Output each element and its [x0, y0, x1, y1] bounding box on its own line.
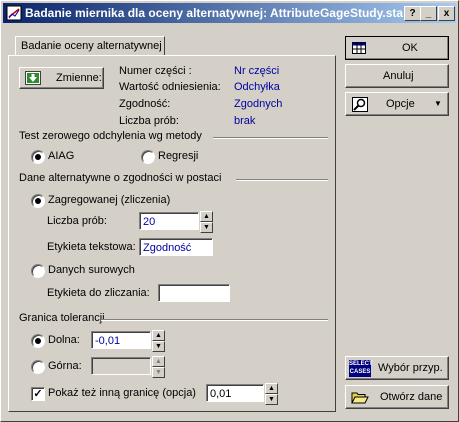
- raw-data-radio[interactable]: [31, 264, 45, 278]
- conformity-value: Zgodnych: [234, 98, 283, 110]
- select-cases-button[interactable]: SELECT CASES Wybór przyp.: [345, 356, 449, 380]
- spin-down-icon[interactable]: ▼: [200, 222, 213, 233]
- variables-label: Zmienne:: [56, 72, 102, 84]
- data-group-title: Dane alternatywne o zgodności w postaci: [19, 172, 222, 184]
- options-icon: [352, 97, 368, 112]
- reference-value-value: Odchyłka: [234, 81, 280, 93]
- spin-down-icon[interactable]: ▼: [152, 341, 165, 352]
- part-number-value: Nr części: [234, 65, 280, 77]
- upper-label: Górna:: [48, 360, 82, 372]
- minimize-button[interactable]: _: [420, 6, 437, 21]
- options-label: Opcje: [386, 98, 415, 110]
- part-number-label: Numer części :: [119, 65, 192, 77]
- trials-label: Liczba prób:: [47, 215, 107, 227]
- trials-count-label: Liczba prób:: [119, 115, 179, 127]
- spin-up-icon[interactable]: ▲: [152, 356, 165, 367]
- dialog-window: Badanie miernika dla oceny alternatywnej…: [0, 0, 459, 422]
- regression-label: Regresji: [158, 150, 199, 162]
- show-other-label: Pokaż też inną granicę (opcja): [48, 387, 196, 399]
- select-cases-icon: SELECT CASES: [349, 360, 373, 377]
- cancel-label: Anuluj: [383, 70, 414, 82]
- spin-down-icon[interactable]: ▼: [152, 367, 165, 378]
- data-group-divider: [236, 179, 328, 181]
- text-label-input[interactable]: Zgodność: [139, 238, 213, 256]
- test-group-title: Test zerowego odchylenia wg metody: [19, 130, 202, 142]
- trials-spinner[interactable]: ▲ ▼: [200, 211, 213, 233]
- count-label-input[interactable]: [158, 284, 230, 302]
- help-button[interactable]: ?: [404, 6, 421, 21]
- reference-value-label: Wartość odniesienia:: [119, 81, 221, 93]
- variables-icon: [25, 71, 41, 85]
- regression-radio[interactable]: [141, 150, 155, 164]
- show-other-input[interactable]: 0,01: [206, 384, 264, 402]
- open-data-button[interactable]: Otwórz dane: [345, 385, 449, 409]
- ok-label: OK: [402, 42, 418, 54]
- spin-up-icon[interactable]: ▲: [152, 330, 165, 341]
- grouped-label: Zagregowanej (zliczenia): [48, 194, 171, 206]
- test-group-divider: [213, 137, 328, 139]
- tolerance-group-title: Granica tolerancji: [19, 312, 105, 324]
- aiag-radio[interactable]: [31, 150, 45, 164]
- tolerance-group-divider: [101, 319, 328, 321]
- tab-panel: [8, 55, 336, 412]
- options-button[interactable]: Opcje ▼: [345, 92, 449, 116]
- table-icon: [352, 42, 366, 54]
- lower-input[interactable]: -0,01: [91, 331, 151, 349]
- text-label-label: Etykieta tekstowa:: [47, 241, 136, 253]
- conformity-label: Zgodność:: [119, 98, 171, 110]
- tab-attribute-study[interactable]: Badanie oceny alternatywnej: [15, 36, 165, 56]
- variables-button[interactable]: Zmienne:: [19, 67, 104, 89]
- open-data-label: Otwórz dane: [380, 391, 443, 403]
- spin-up-icon[interactable]: ▲: [200, 211, 213, 222]
- close-button[interactable]: x: [438, 6, 455, 21]
- spin-down-icon[interactable]: ▼: [265, 394, 278, 405]
- app-icon: [6, 5, 22, 21]
- window-title: Badanie miernika dla oceny alternatywnej…: [25, 6, 404, 20]
- cancel-button[interactable]: Anuluj: [345, 64, 449, 88]
- lower-spinner[interactable]: ▲ ▼: [152, 330, 165, 352]
- dropdown-arrow-icon: ▼: [434, 99, 442, 108]
- raw-data-label: Danych surowych: [48, 264, 135, 276]
- aiag-label: AIAG: [48, 150, 75, 162]
- upper-radio[interactable]: [31, 360, 45, 374]
- ok-button[interactable]: OK: [345, 36, 449, 60]
- tab-label: Badanie oceny alternatywnej: [21, 40, 162, 52]
- trials-count-value: brak: [234, 115, 256, 127]
- show-other-checkbox[interactable]: ✓: [31, 387, 45, 401]
- show-other-spinner[interactable]: ▲ ▼: [265, 383, 278, 405]
- select-cases-label: Wybór przyp.: [378, 362, 443, 374]
- lower-label: Dolna:: [48, 334, 80, 346]
- lower-radio[interactable]: [31, 334, 45, 348]
- trials-input[interactable]: 20: [139, 212, 199, 230]
- title-bar[interactable]: Badanie miernika dla oceny alternatywnej…: [3, 3, 456, 23]
- upper-input[interactable]: [91, 357, 151, 375]
- spin-up-icon[interactable]: ▲: [265, 383, 278, 394]
- upper-spinner[interactable]: ▲ ▼: [152, 356, 165, 378]
- grouped-radio[interactable]: [31, 194, 45, 208]
- folder-open-icon: [351, 392, 369, 404]
- count-label-label: Etykieta do zliczania:: [47, 287, 150, 299]
